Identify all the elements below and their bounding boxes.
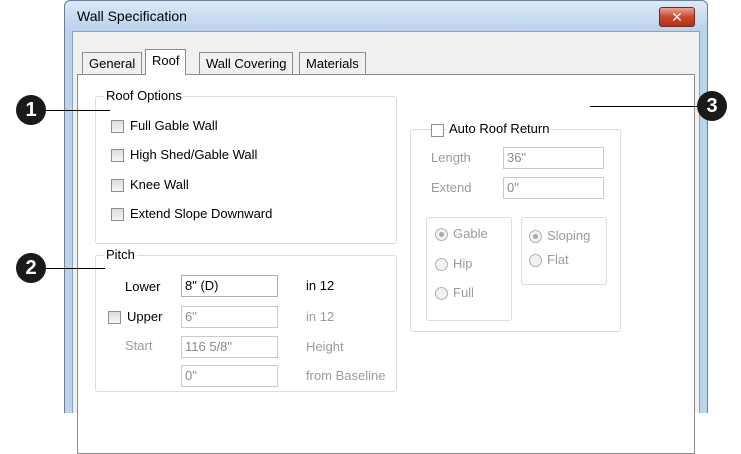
dialog-window: Wall Specification ✕ General Roof Wall C…: [64, 0, 708, 454]
start-label: Start: [125, 338, 153, 353]
dialog-title: Wall Specification: [77, 8, 187, 24]
sloping-label: Sloping: [547, 228, 591, 243]
hip-radio[interactable]: [435, 258, 448, 271]
flat-label: Flat: [547, 252, 569, 267]
callout-2-leader-line: [46, 268, 105, 269]
roof-options-title: Roof Options: [104, 88, 184, 104]
auto-roof-return-group: Auto Roof Return Length 36" Extend 0" Ga…: [410, 121, 621, 332]
knee-wall-label: Knee Wall: [130, 177, 189, 192]
roof-options-group: Roof Options Full Gable Wall High Shed/G…: [95, 88, 397, 244]
title-bar: Wall Specification ✕: [65, 1, 707, 31]
callout-2: 2: [16, 253, 46, 283]
callout-3: 3: [697, 91, 727, 121]
knee-wall-checkbox[interactable]: [111, 179, 124, 192]
baseline-field[interactable]: 0": [181, 365, 278, 387]
length-label: Length: [431, 150, 471, 165]
extend-slope-downward-label: Extend Slope Downward: [130, 206, 273, 221]
baseline-unit-label: from Baseline: [306, 368, 386, 383]
full-gable-wall-checkbox[interactable]: [111, 120, 124, 133]
close-button[interactable]: ✕: [659, 7, 695, 27]
tab-wall-covering[interactable]: Wall Covering: [199, 52, 294, 74]
high-shed-gable-wall-checkbox[interactable]: [111, 149, 124, 162]
callout-1-leader-line: [46, 110, 110, 111]
length-field[interactable]: 36": [503, 147, 604, 169]
full-gable-wall-label: Full Gable Wall: [130, 118, 218, 133]
upper-label: Upper: [127, 309, 163, 324]
gable-radio[interactable]: [435, 228, 448, 241]
roof-tab-panel: Roof Options Full Gable Wall High Shed/G…: [77, 74, 695, 454]
extend-slope-downward-checkbox[interactable]: [111, 208, 124, 221]
tab-materials[interactable]: Materials: [299, 52, 366, 74]
full-radio[interactable]: [435, 287, 448, 300]
flat-radio[interactable]: [529, 254, 542, 267]
lower-pitch-field[interactable]: 8" (D): [181, 275, 278, 297]
upper-checkbox[interactable]: [108, 311, 121, 324]
extend-field[interactable]: 0": [503, 177, 604, 199]
close-icon: ✕: [671, 9, 683, 25]
sloping-radio[interactable]: [529, 230, 542, 243]
auto-roof-return-title: Auto Roof Return: [447, 121, 552, 137]
lower-label: Lower: [125, 279, 161, 294]
auto-roof-return-checkbox[interactable]: [431, 124, 444, 137]
pitch-title: Pitch: [104, 247, 137, 263]
gable-label: Gable: [453, 226, 488, 241]
callout-1: 1: [16, 95, 46, 125]
hip-label: Hip: [453, 256, 473, 271]
tab-general[interactable]: General: [82, 52, 143, 74]
start-unit-label: Height: [306, 339, 344, 354]
pitch-group: Pitch Lower 8" (D) in 12 Upper 6" in 12 …: [95, 247, 397, 392]
dialog-client-area: General Roof Wall Covering Materials Roo…: [72, 31, 700, 454]
upper-unit-label: in 12: [306, 309, 335, 324]
start-height-field[interactable]: 116 5/8": [181, 336, 278, 358]
extend-label: Extend: [431, 180, 472, 195]
upper-pitch-field[interactable]: 6": [181, 306, 278, 328]
roof-return-slope-group: Sloping Flat: [521, 217, 607, 285]
callout-3-leader-line: [590, 106, 697, 107]
roof-return-type-group: Gable Hip Full: [426, 217, 512, 321]
high-shed-gable-wall-label: High Shed/Gable Wall: [130, 147, 258, 162]
tab-roof[interactable]: Roof: [145, 49, 187, 75]
full-label: Full: [453, 285, 474, 300]
lower-unit-label: in 12: [306, 278, 335, 293]
